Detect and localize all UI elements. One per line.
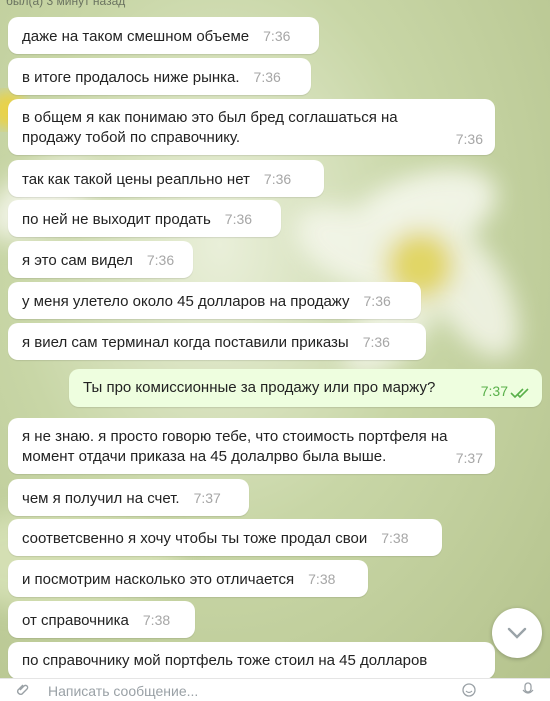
message-bubble: в общем я как понимаю это был бред согла… [8, 99, 495, 155]
message-time: 7:36 [146, 252, 175, 268]
message-time: 7:37 [193, 490, 221, 506]
message-time: 7:36 [455, 131, 483, 147]
message-input[interactable]: Написать сообщение... [48, 683, 198, 699]
message-bubble: даже на таком смешном объеме 7:36 [8, 17, 319, 54]
message-text: я это сам видел [22, 252, 133, 269]
message-time: 7:36 [263, 171, 292, 187]
message-time: 7:36 [363, 293, 391, 309]
message-bubble: я это сам видел 7:36 [8, 241, 193, 278]
message-time: 7:38 [308, 571, 336, 587]
message-time: 7:37 [480, 383, 508, 399]
message-bubble: по справочнику мой портфель тоже стоил н… [8, 642, 495, 679]
scroll-to-bottom-button[interactable] [492, 608, 542, 658]
message-bubble: от справочника 7:38 [8, 601, 195, 638]
message-time: 7:38 [381, 530, 409, 546]
message-text: так как такой цены реапльно нет [22, 171, 250, 188]
message-text: и посмотрим насколько это отличается [22, 571, 295, 588]
message-bubble: соответсвенно я хочу чтобы ты тоже прода… [8, 519, 442, 556]
microphone-icon[interactable] [522, 682, 534, 698]
message-time: 7:36 [362, 334, 390, 350]
message-bubble: я виел сам терминал когда поставили прик… [8, 323, 426, 360]
message-text: даже на таком смешном объеме [22, 28, 250, 45]
message-bubble: по ней не выходит продать 7:36 [8, 200, 281, 237]
smile-icon[interactable] [462, 683, 476, 697]
message-text: в общем я как понимаю это был бред согла… [22, 109, 398, 146]
message-text: у меня улетело около 45 долларов на прод… [22, 293, 350, 310]
message-time: 7:36 [263, 28, 291, 44]
paperclip-icon[interactable] [16, 683, 30, 697]
message-text: от справочника [22, 612, 129, 629]
message-time: 7:36 [224, 211, 253, 227]
message-text: я не знаю. я просто говорю тебе, что сто… [22, 428, 448, 465]
double-check-icon [510, 388, 529, 399]
message-bubble: в итоге продалось ниже рынка. 7:36 [8, 58, 311, 95]
message-bubble: я не знаю. я просто говорю тебе, что сто… [8, 418, 495, 474]
message-bubble: чем я получил на счет. 7:37 [8, 479, 249, 516]
message-bubble: у меня улетело около 45 долларов на прод… [8, 282, 421, 319]
message-bubble: так как такой цены реапльно нет 7:36 [8, 160, 324, 197]
message-time: 7:36 [253, 69, 281, 85]
message-list[interactable]: даже на таком смешном объеме 7:36 в итоге… [0, 0, 550, 680]
message-text: соответсвенно я хочу чтобы ты тоже прода… [22, 530, 368, 547]
message-time: 7:37 [455, 450, 483, 466]
message-text: я виел сам терминал когда поставили прик… [22, 334, 349, 351]
outgoing-message-bubble: Ты про комиссионные за продажу или про м… [69, 369, 542, 407]
message-text: чем я получил на счет. [22, 490, 180, 507]
message-composer[interactable]: Написать сообщение... [0, 678, 550, 701]
message-time: 7:38 [142, 612, 171, 628]
message-text: по справочнику мой портфель тоже стоил н… [22, 652, 428, 669]
message-text: в итоге продалось ниже рынка. [22, 69, 240, 86]
chevron-down-icon [507, 627, 527, 639]
message-bubble: и посмотрим насколько это отличается 7:38 [8, 560, 368, 597]
message-text: по ней не выходит продать [22, 211, 211, 228]
message-text: Ты про комиссионные за продажу или про м… [83, 379, 436, 396]
